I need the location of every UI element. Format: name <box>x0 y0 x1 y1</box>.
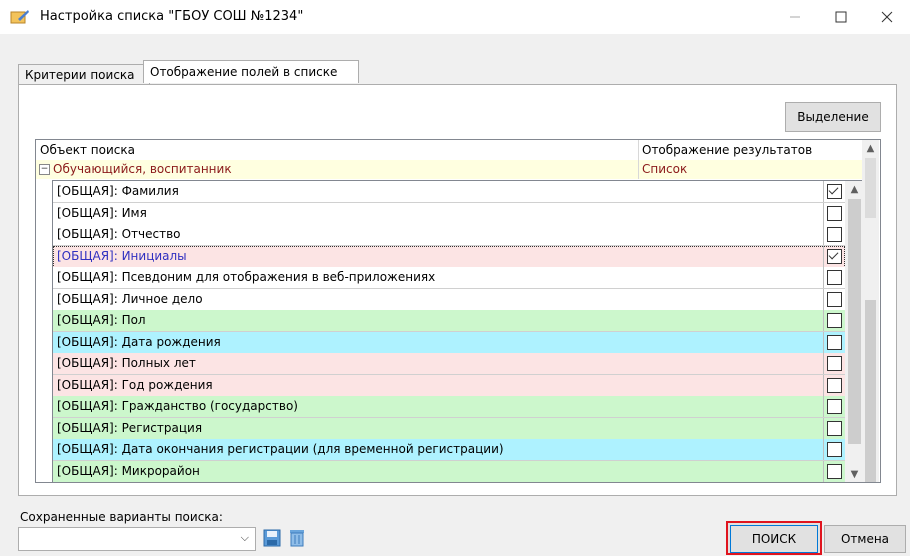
row-column-separator <box>823 245 824 267</box>
field-row[interactable]: [ОБЩАЯ]: Регистрация <box>53 417 845 440</box>
row-column-separator <box>823 181 824 202</box>
field-row[interactable]: [ОБЩАЯ]: Фамилия <box>53 181 845 203</box>
row-column-separator <box>823 331 824 353</box>
field-row-label: [ОБЩАЯ]: Гражданство (государство) <box>57 399 298 413</box>
field-row[interactable]: [ОБЩАЯ]: Год рождения <box>53 374 845 397</box>
delete-icon[interactable] <box>287 528 307 548</box>
display-checkbox[interactable] <box>827 205 842 221</box>
scroll-down-icon[interactable]: ▼ <box>846 466 863 482</box>
close-icon <box>881 11 893 23</box>
display-checkbox[interactable] <box>827 313 842 328</box>
row-column-separator <box>823 224 824 245</box>
display-checkbox[interactable] <box>827 248 842 264</box>
close-button[interactable] <box>864 0 910 34</box>
field-row-label: [ОБЩАЯ]: Микрорайон <box>57 463 200 478</box>
display-checkbox[interactable] <box>827 184 842 199</box>
field-row[interactable]: [ОБЩАЯ]: Инициалы <box>53 245 845 268</box>
app-icon <box>10 10 29 24</box>
display-checkbox[interactable] <box>827 377 842 393</box>
field-row-label: [ОБЩАЯ]: Регистрация <box>57 420 203 435</box>
grid-header: Объект поиска Отображение результатов <box>36 140 862 161</box>
display-checkbox[interactable] <box>827 463 842 479</box>
field-row-label: [ОБЩАЯ]: Инициалы <box>57 248 187 263</box>
search-button[interactable]: ПОИСК <box>726 521 822 555</box>
display-checkbox[interactable] <box>827 227 842 242</box>
row-column-separator <box>823 374 824 396</box>
outer-scrollbar-thumb[interactable] <box>865 300 876 482</box>
field-row-label: [ОБЩАЯ]: Дата рождения <box>57 334 221 349</box>
field-row[interactable]: [ОБЩАЯ]: Отчество <box>53 224 845 246</box>
saved-searches-combo[interactable]: ⌵ <box>18 527 256 551</box>
maximize-icon <box>835 11 847 23</box>
tab-field-display[interactable]: Отображение полей в списке <box>143 60 359 83</box>
field-row[interactable]: [ОБЩАЯ]: Дата окончания регистрации (для… <box>53 439 845 461</box>
row-column-separator <box>823 353 824 374</box>
display-checkbox[interactable] <box>827 334 842 350</box>
row-column-separator <box>823 288 824 310</box>
field-row[interactable]: [ОБЩАЯ]: Полных лет <box>53 353 845 375</box>
maximize-button[interactable] <box>818 0 864 34</box>
field-row-label: [ОБЩАЯ]: Дата окончания регистрации (для… <box>57 442 504 456</box>
field-row[interactable]: [ОБЩАЯ]: Микрорайон <box>53 460 845 482</box>
window-title: Настройка списка "ГБОУ СОШ №1234" <box>40 9 304 24</box>
minimize-button[interactable] <box>772 0 818 34</box>
display-checkbox[interactable] <box>827 399 842 414</box>
row-column-separator <box>823 439 824 460</box>
row-column-separator <box>823 310 824 331</box>
row-column-separator <box>823 202 824 224</box>
outer-scrollbar-thumb-top[interactable] <box>865 158 876 218</box>
field-row[interactable]: [ОБЩАЯ]: Псевдоним для отображения в веб… <box>53 267 845 289</box>
field-row-label: [ОБЩАЯ]: Отчество <box>57 227 181 241</box>
field-row[interactable]: [ОБЩАЯ]: Имя <box>53 202 845 225</box>
tab-panel: Выделение Объект поиска Отображение резу… <box>18 84 897 496</box>
collapse-icon[interactable]: − <box>39 164 50 175</box>
row-column-separator <box>823 417 824 439</box>
outer-scroll-up-icon[interactable]: ▲ <box>862 140 879 157</box>
field-row-label: [ОБЩАЯ]: Полных лет <box>57 356 196 370</box>
search-button-label: ПОИСК <box>730 525 818 553</box>
column-header-object[interactable]: Объект поиска <box>40 143 135 157</box>
minimize-icon <box>790 16 800 18</box>
field-row[interactable]: [ОБЩАЯ]: Пол <box>53 310 845 332</box>
field-row[interactable]: [ОБЩАЯ]: Дата рождения <box>53 331 845 354</box>
outer-scrollbar[interactable]: ▲ <box>862 140 879 482</box>
field-list: [ОБЩАЯ]: Фамилия [ОБЩАЯ]: Имя [ОБЩАЯ]: Отч… <box>52 180 866 482</box>
row-column-separator <box>823 396 824 417</box>
field-row-label: [ОБЩАЯ]: Пол <box>57 313 146 327</box>
row-column-separator <box>823 267 824 288</box>
scroll-up-icon[interactable]: ▲ <box>846 181 863 198</box>
column-header-display[interactable]: Отображение результатов <box>642 143 812 157</box>
display-checkbox[interactable] <box>827 270 842 285</box>
fields-grid: Объект поиска Отображение результатов − … <box>35 139 881 483</box>
save-icon[interactable] <box>262 528 282 548</box>
cancel-button[interactable]: Отмена <box>824 525 906 553</box>
parent-row-label: Обучающийся, воспитанник <box>53 162 232 176</box>
parent-row-display: Список <box>642 162 688 176</box>
row-column-separator <box>823 460 824 482</box>
column-separator <box>638 140 639 179</box>
display-checkbox[interactable] <box>827 420 842 436</box>
field-row-label: [ОБЩАЯ]: Имя <box>57 205 147 220</box>
saved-searches-label: Сохраненные варианты поиска: <box>20 510 223 524</box>
parent-row[interactable]: − Обучающийся, воспитанник Список <box>36 160 862 179</box>
field-row[interactable]: [ОБЩАЯ]: Гражданство (государство) <box>53 396 845 418</box>
display-checkbox[interactable] <box>827 356 842 371</box>
field-row-label: [ОБЩАЯ]: Год рождения <box>57 377 213 392</box>
field-row-label: [ОБЩАЯ]: Личное дело <box>57 291 203 306</box>
field-row-label: [ОБЩАЯ]: Псевдоним для отображения в веб… <box>57 270 436 284</box>
display-checkbox[interactable] <box>827 291 842 307</box>
title-bar: Настройка списка "ГБОУ СОШ №1234" <box>0 0 910 34</box>
display-checkbox[interactable] <box>827 442 842 457</box>
scrollbar-thumb[interactable] <box>848 199 861 444</box>
field-row-label: [ОБЩАЯ]: Фамилия <box>57 184 179 198</box>
tab-search-criteria[interactable]: Критерии поиска <box>18 64 150 85</box>
field-row[interactable]: [ОБЩАЯ]: Личное дело <box>53 288 845 311</box>
selection-button[interactable]: Выделение <box>785 102 881 132</box>
chevron-down-icon[interactable]: ⌵ <box>241 531 249 545</box>
